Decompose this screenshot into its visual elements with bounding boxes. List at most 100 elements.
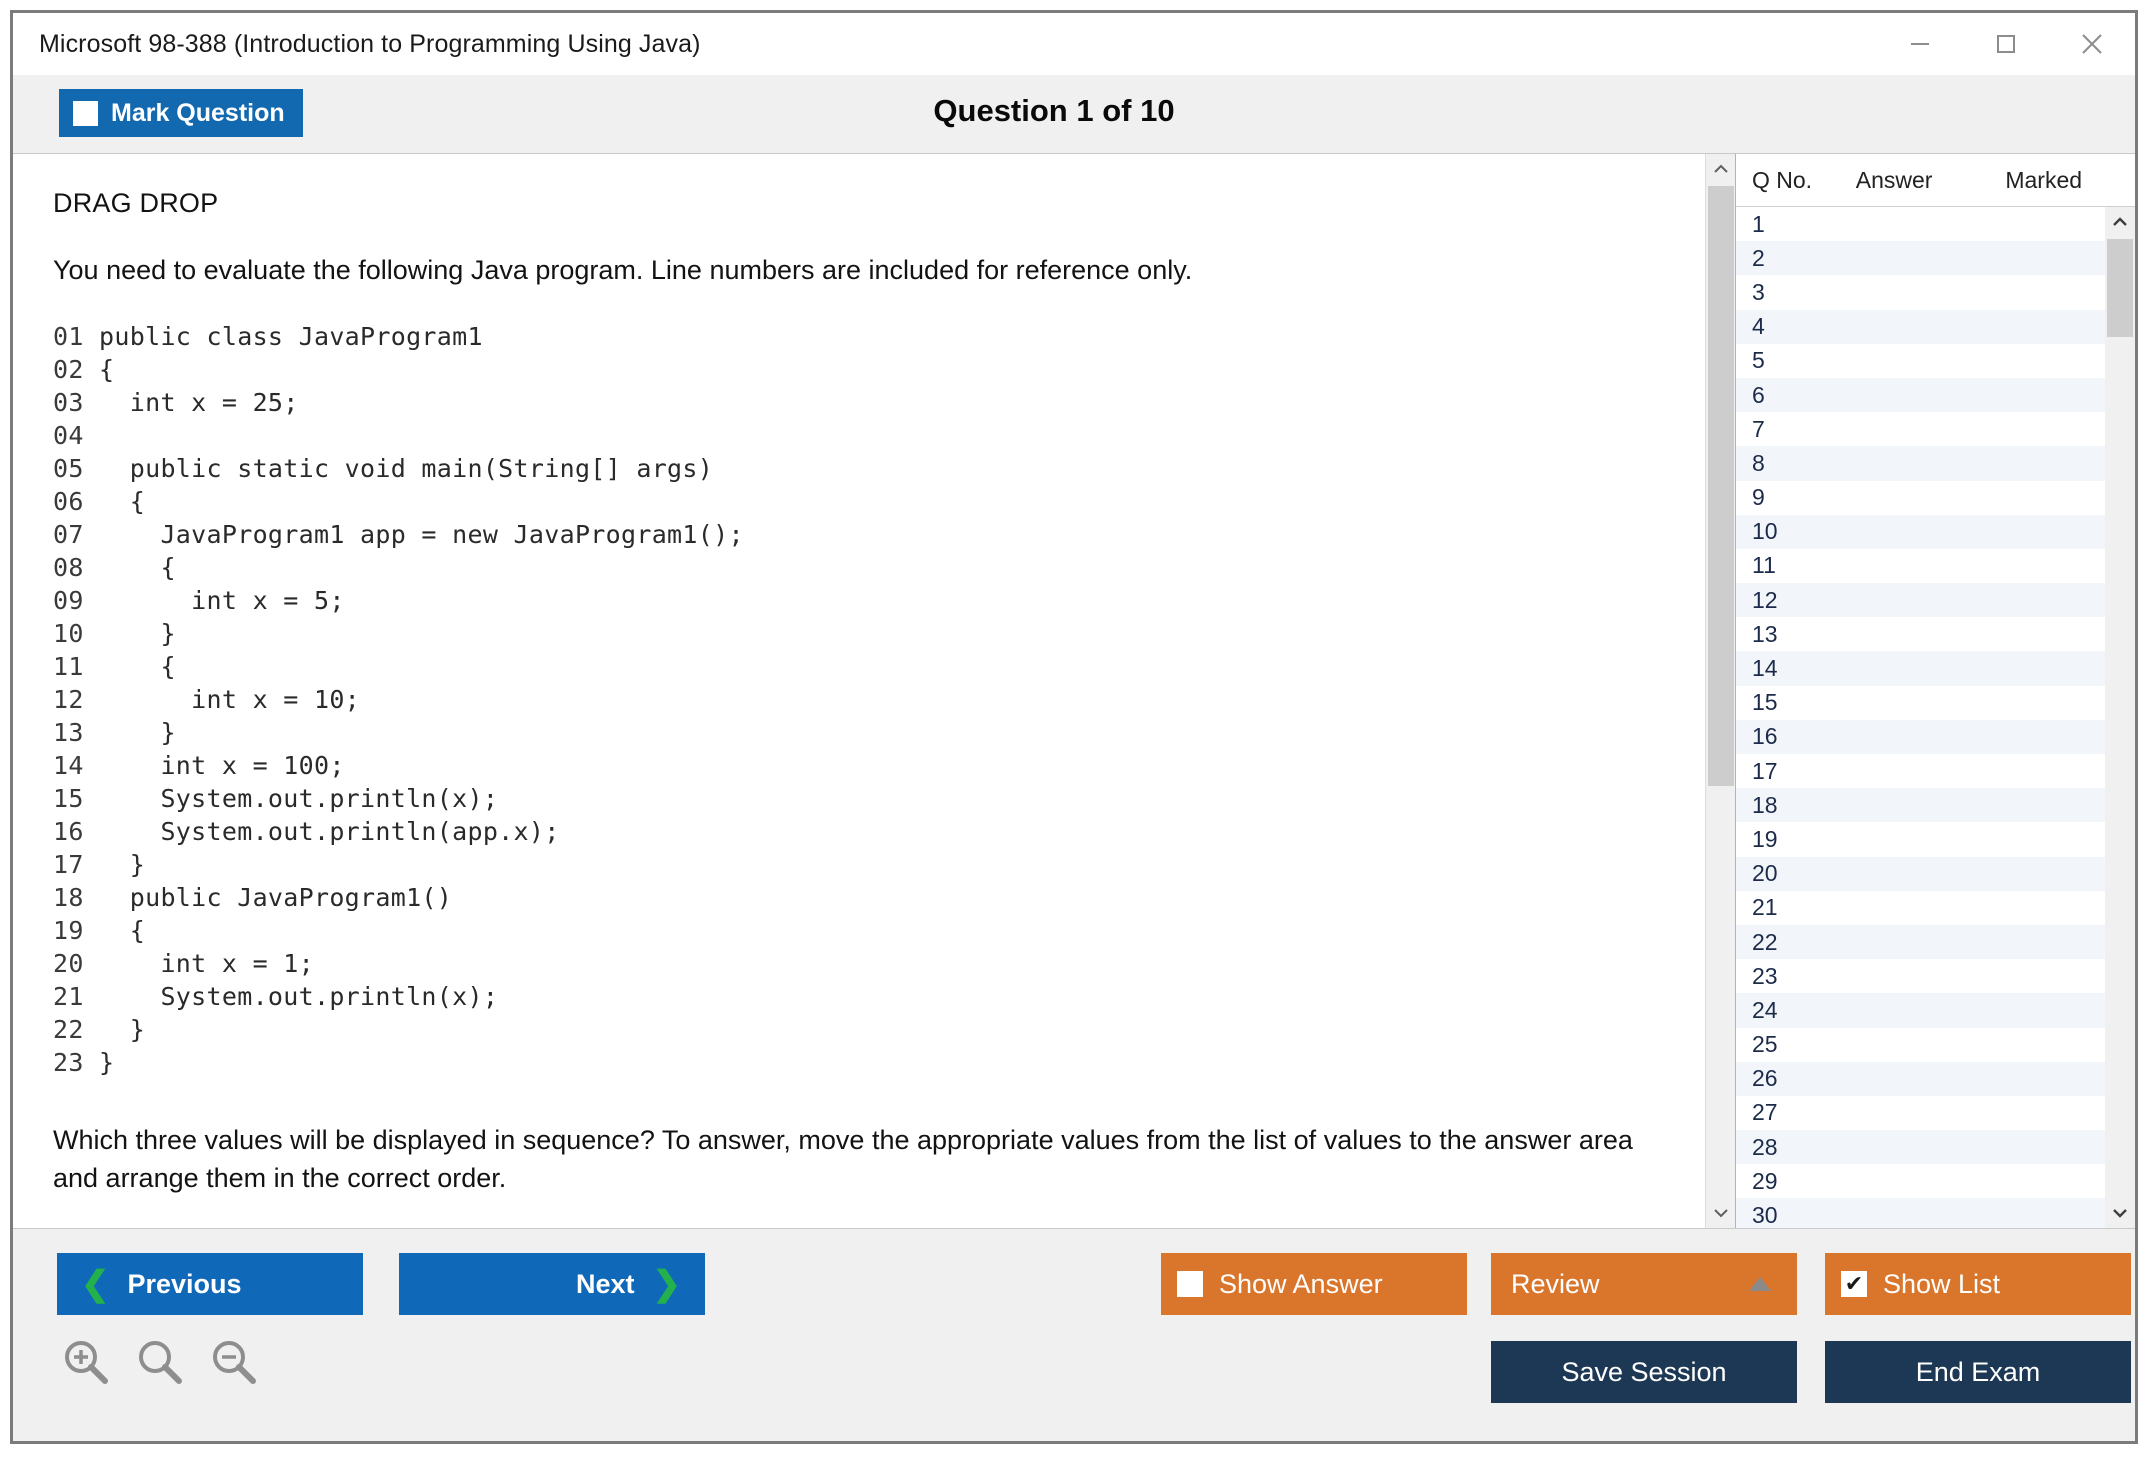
question-content: DRAG DROP You need to evaluate the follo…: [13, 154, 1735, 1198]
question-list-row[interactable]: 2: [1736, 241, 2105, 276]
row-question-number: 28: [1752, 1133, 1778, 1160]
question-list-row[interactable]: 22: [1736, 924, 2105, 960]
code-line-text: int x = 25;: [83, 388, 299, 417]
mark-question-button[interactable]: Mark Question: [59, 89, 303, 137]
content-scroll-down-button[interactable]: [1706, 1198, 1735, 1228]
question-list-row[interactable]: 12: [1736, 583, 2105, 618]
row-question-number: 10: [1752, 518, 1778, 545]
row-question-number: 22: [1752, 928, 1778, 955]
show-list-checkbox[interactable]: ✔: [1841, 1271, 1867, 1297]
code-line-text: public static void main(String[] args): [83, 454, 714, 483]
previous-button-label: Previous: [127, 1268, 242, 1299]
list-scroll-up-button[interactable]: [2105, 207, 2135, 237]
code-line-text: }: [83, 718, 176, 747]
zoom-controls: [57, 1333, 263, 1391]
question-list-row[interactable]: 11: [1736, 548, 2105, 584]
question-list-row[interactable]: 29: [1736, 1164, 2105, 1199]
show-answer-button[interactable]: Show Answer: [1161, 1253, 1467, 1315]
chevron-left-icon: ❮: [81, 1265, 110, 1303]
question-list-rows: 1 2 3 4 5 6 7 8 9 10 11 12 13 14 15 16 17 18 19 20 21 22 23 24 2…: [1736, 207, 2105, 1228]
content-scrollbar-thumb[interactable]: [1708, 186, 1734, 786]
window-title: Microsoft 98-388 (Introduction to Progra…: [39, 29, 701, 58]
list-scrollbar-thumb[interactable]: [2107, 239, 2133, 337]
code-line: 04: [53, 419, 1695, 452]
review-button[interactable]: Review: [1491, 1253, 1797, 1315]
question-list-row[interactable]: 20: [1736, 856, 2105, 891]
row-question-number: 27: [1752, 1099, 1778, 1126]
question-list-row[interactable]: 3: [1736, 275, 2105, 310]
row-question-number: 13: [1752, 620, 1778, 647]
list-scrollbar[interactable]: [2105, 207, 2135, 1228]
maximize-button[interactable]: [1963, 13, 2049, 75]
show-list-label: Show List: [1883, 1268, 2001, 1299]
question-list-row[interactable]: 17: [1736, 754, 2105, 789]
zoom-in-icon[interactable]: [57, 1333, 115, 1391]
question-list-row[interactable]: 24: [1736, 993, 2105, 1028]
question-list-row[interactable]: 30: [1736, 1198, 2105, 1228]
code-line-number: 09: [53, 586, 84, 615]
save-session-button[interactable]: Save Session: [1491, 1341, 1797, 1403]
question-list-row[interactable]: 18: [1736, 788, 2105, 823]
question-list-rows-wrap: 1 2 3 4 5 6 7 8 9 10 11 12 13 14 15 16 17 18 19 20 21 22 23 24 2…: [1736, 207, 2135, 1228]
question-list-row[interactable]: 28: [1736, 1130, 2105, 1165]
question-list-row[interactable]: 4: [1736, 309, 2105, 344]
question-list-row[interactable]: 8: [1736, 446, 2105, 481]
chevron-up-icon: [1714, 164, 1728, 173]
minimize-button[interactable]: [1877, 13, 1963, 75]
question-list-row[interactable]: 14: [1736, 651, 2105, 686]
question-list-row[interactable]: 9: [1736, 480, 2105, 515]
code-line-text: }: [83, 619, 176, 648]
code-line-text: int x = 5;: [83, 586, 345, 615]
close-button[interactable]: [2049, 13, 2135, 75]
code-line: 13 }: [53, 716, 1695, 749]
mark-question-checkbox[interactable]: [73, 100, 98, 126]
previous-button[interactable]: ❮ Previous: [57, 1253, 363, 1315]
show-answer-checkbox[interactable]: [1177, 1271, 1203, 1297]
zoom-reset-icon[interactable]: [131, 1333, 189, 1391]
code-line-text: System.out.println(x);: [83, 982, 499, 1011]
question-list-row[interactable]: 5: [1736, 343, 2105, 378]
code-line: 16 System.out.println(app.x);: [53, 815, 1695, 848]
content-scroll-up-button[interactable]: [1706, 154, 1735, 184]
question-list-row[interactable]: 1: [1736, 207, 2105, 242]
code-line-text: int x = 100;: [83, 751, 345, 780]
row-question-number: 6: [1752, 381, 1765, 408]
question-list-row[interactable]: 25: [1736, 1027, 2105, 1062]
row-question-number: 2: [1752, 244, 1765, 271]
code-line-number: 16: [53, 817, 84, 846]
chevron-down-icon: [2113, 1209, 2127, 1218]
triangle-up-icon: [1749, 1277, 1771, 1291]
question-list-row[interactable]: 21: [1736, 890, 2105, 925]
zoom-out-icon[interactable]: [205, 1333, 263, 1391]
code-line: 12 int x = 10;: [53, 683, 1695, 716]
question-list-row[interactable]: 7: [1736, 412, 2105, 447]
code-line-text: {: [83, 355, 115, 384]
next-button[interactable]: Next ❯: [399, 1253, 705, 1315]
code-line: 06 {: [53, 485, 1695, 518]
question-list-row[interactable]: 10: [1736, 514, 2105, 549]
question-list-row[interactable]: 13: [1736, 617, 2105, 652]
question-list-row[interactable]: 23: [1736, 959, 2105, 994]
question-list-row[interactable]: 15: [1736, 685, 2105, 720]
question-list-row[interactable]: 16: [1736, 719, 2105, 754]
show-list-button[interactable]: ✔ Show List: [1825, 1253, 2131, 1315]
show-answer-label: Show Answer: [1219, 1268, 1383, 1299]
list-scroll-down-button[interactable]: [2105, 1198, 2135, 1228]
question-list-row[interactable]: 27: [1736, 1095, 2105, 1131]
code-line-text: System.out.println(x);: [83, 784, 499, 813]
close-icon: [2082, 34, 2102, 54]
code-line: 01 public class JavaProgram1: [53, 320, 1695, 353]
row-question-number: 21: [1752, 894, 1778, 921]
row-question-number: 9: [1752, 484, 1765, 511]
code-line-number: 08: [53, 553, 84, 582]
footer-toolbar: ❮ Previous Next ❯ Show Answer Review ✔ S…: [13, 1229, 2135, 1441]
row-question-number: 1: [1752, 210, 1765, 237]
code-line-number: 12: [53, 685, 84, 714]
question-list-row[interactable]: 19: [1736, 822, 2105, 857]
end-exam-button[interactable]: End Exam: [1825, 1341, 2131, 1403]
code-line-number: 19: [53, 916, 84, 945]
question-list-row[interactable]: 6: [1736, 377, 2105, 413]
question-list-row[interactable]: 26: [1736, 1061, 2105, 1096]
code-line-text: {: [83, 487, 146, 516]
content-scrollbar[interactable]: [1705, 154, 1735, 1228]
